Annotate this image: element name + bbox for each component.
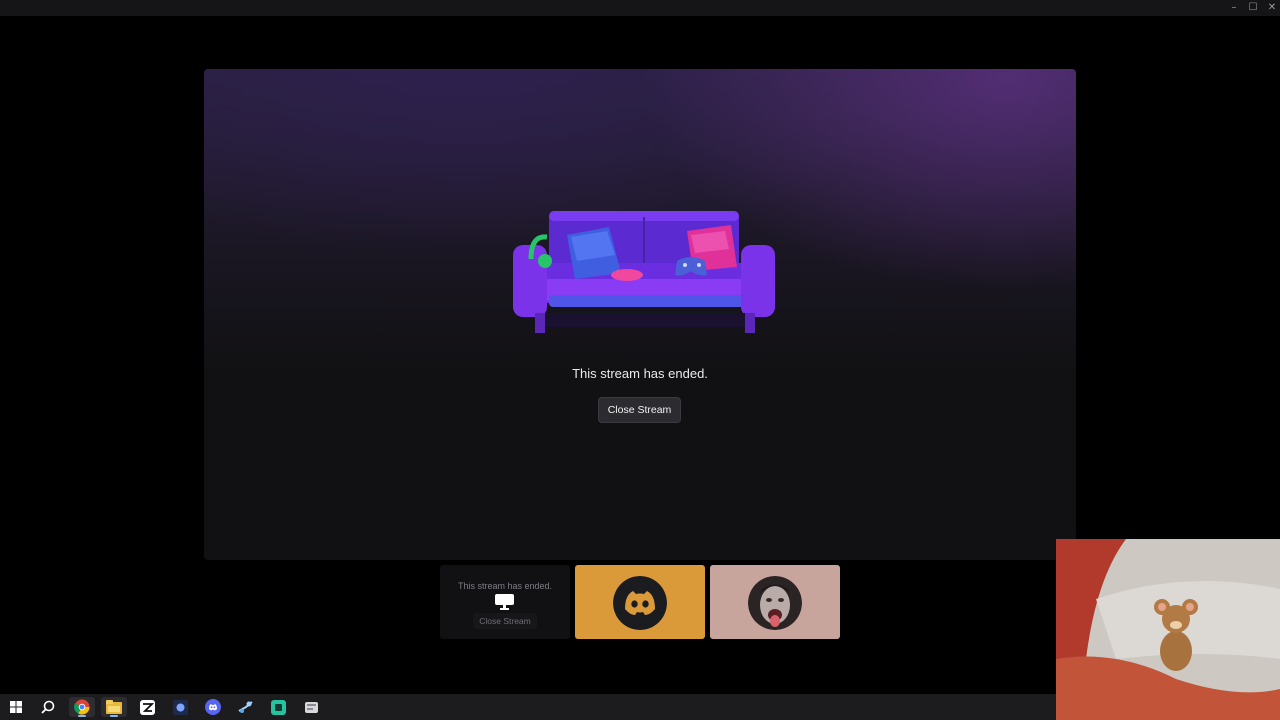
stream-view: This stream has ended. Close Stream [204, 69, 1076, 560]
cartoon-mouse-image [1056, 539, 1280, 720]
stream-ended-message: This stream has ended. [572, 366, 708, 381]
maximize-button[interactable]: ☐ [1247, 2, 1259, 14]
close-stream-mini-button[interactable]: Close Stream [473, 613, 537, 629]
couch-illustration [513, 211, 775, 333]
search-icon[interactable] [35, 697, 61, 717]
picture-in-picture-video[interactable] [1056, 539, 1280, 720]
file-explorer-icon[interactable] [101, 697, 127, 717]
taskbar [0, 694, 1056, 720]
user-avatar [748, 576, 802, 630]
discord-logo-icon [613, 576, 667, 630]
stream-preview-tile[interactable]: This stream has ended. Close Stream [440, 565, 570, 639]
discord-icon[interactable] [200, 697, 226, 717]
participant-tile-discord[interactable] [575, 565, 705, 639]
minimize-button[interactable]: – [1228, 2, 1240, 14]
game-app-icon[interactable] [265, 697, 291, 717]
capcut-icon[interactable] [134, 697, 160, 717]
windows-start-icon[interactable] [3, 697, 29, 717]
app-icon-2[interactable] [298, 697, 324, 717]
participant-tile-user[interactable] [710, 565, 840, 639]
steam-icon[interactable] [232, 697, 258, 717]
screen-share-icon [495, 594, 514, 610]
app-icon[interactable] [167, 697, 193, 717]
close-stream-button[interactable]: Close Stream [598, 397, 681, 423]
stream-ended-mini-message: This stream has ended. [457, 581, 553, 591]
chrome-icon[interactable] [69, 697, 95, 717]
close-window-button[interactable]: ✕ [1266, 2, 1278, 14]
window-title-bar: – ☐ ✕ [0, 0, 1280, 16]
